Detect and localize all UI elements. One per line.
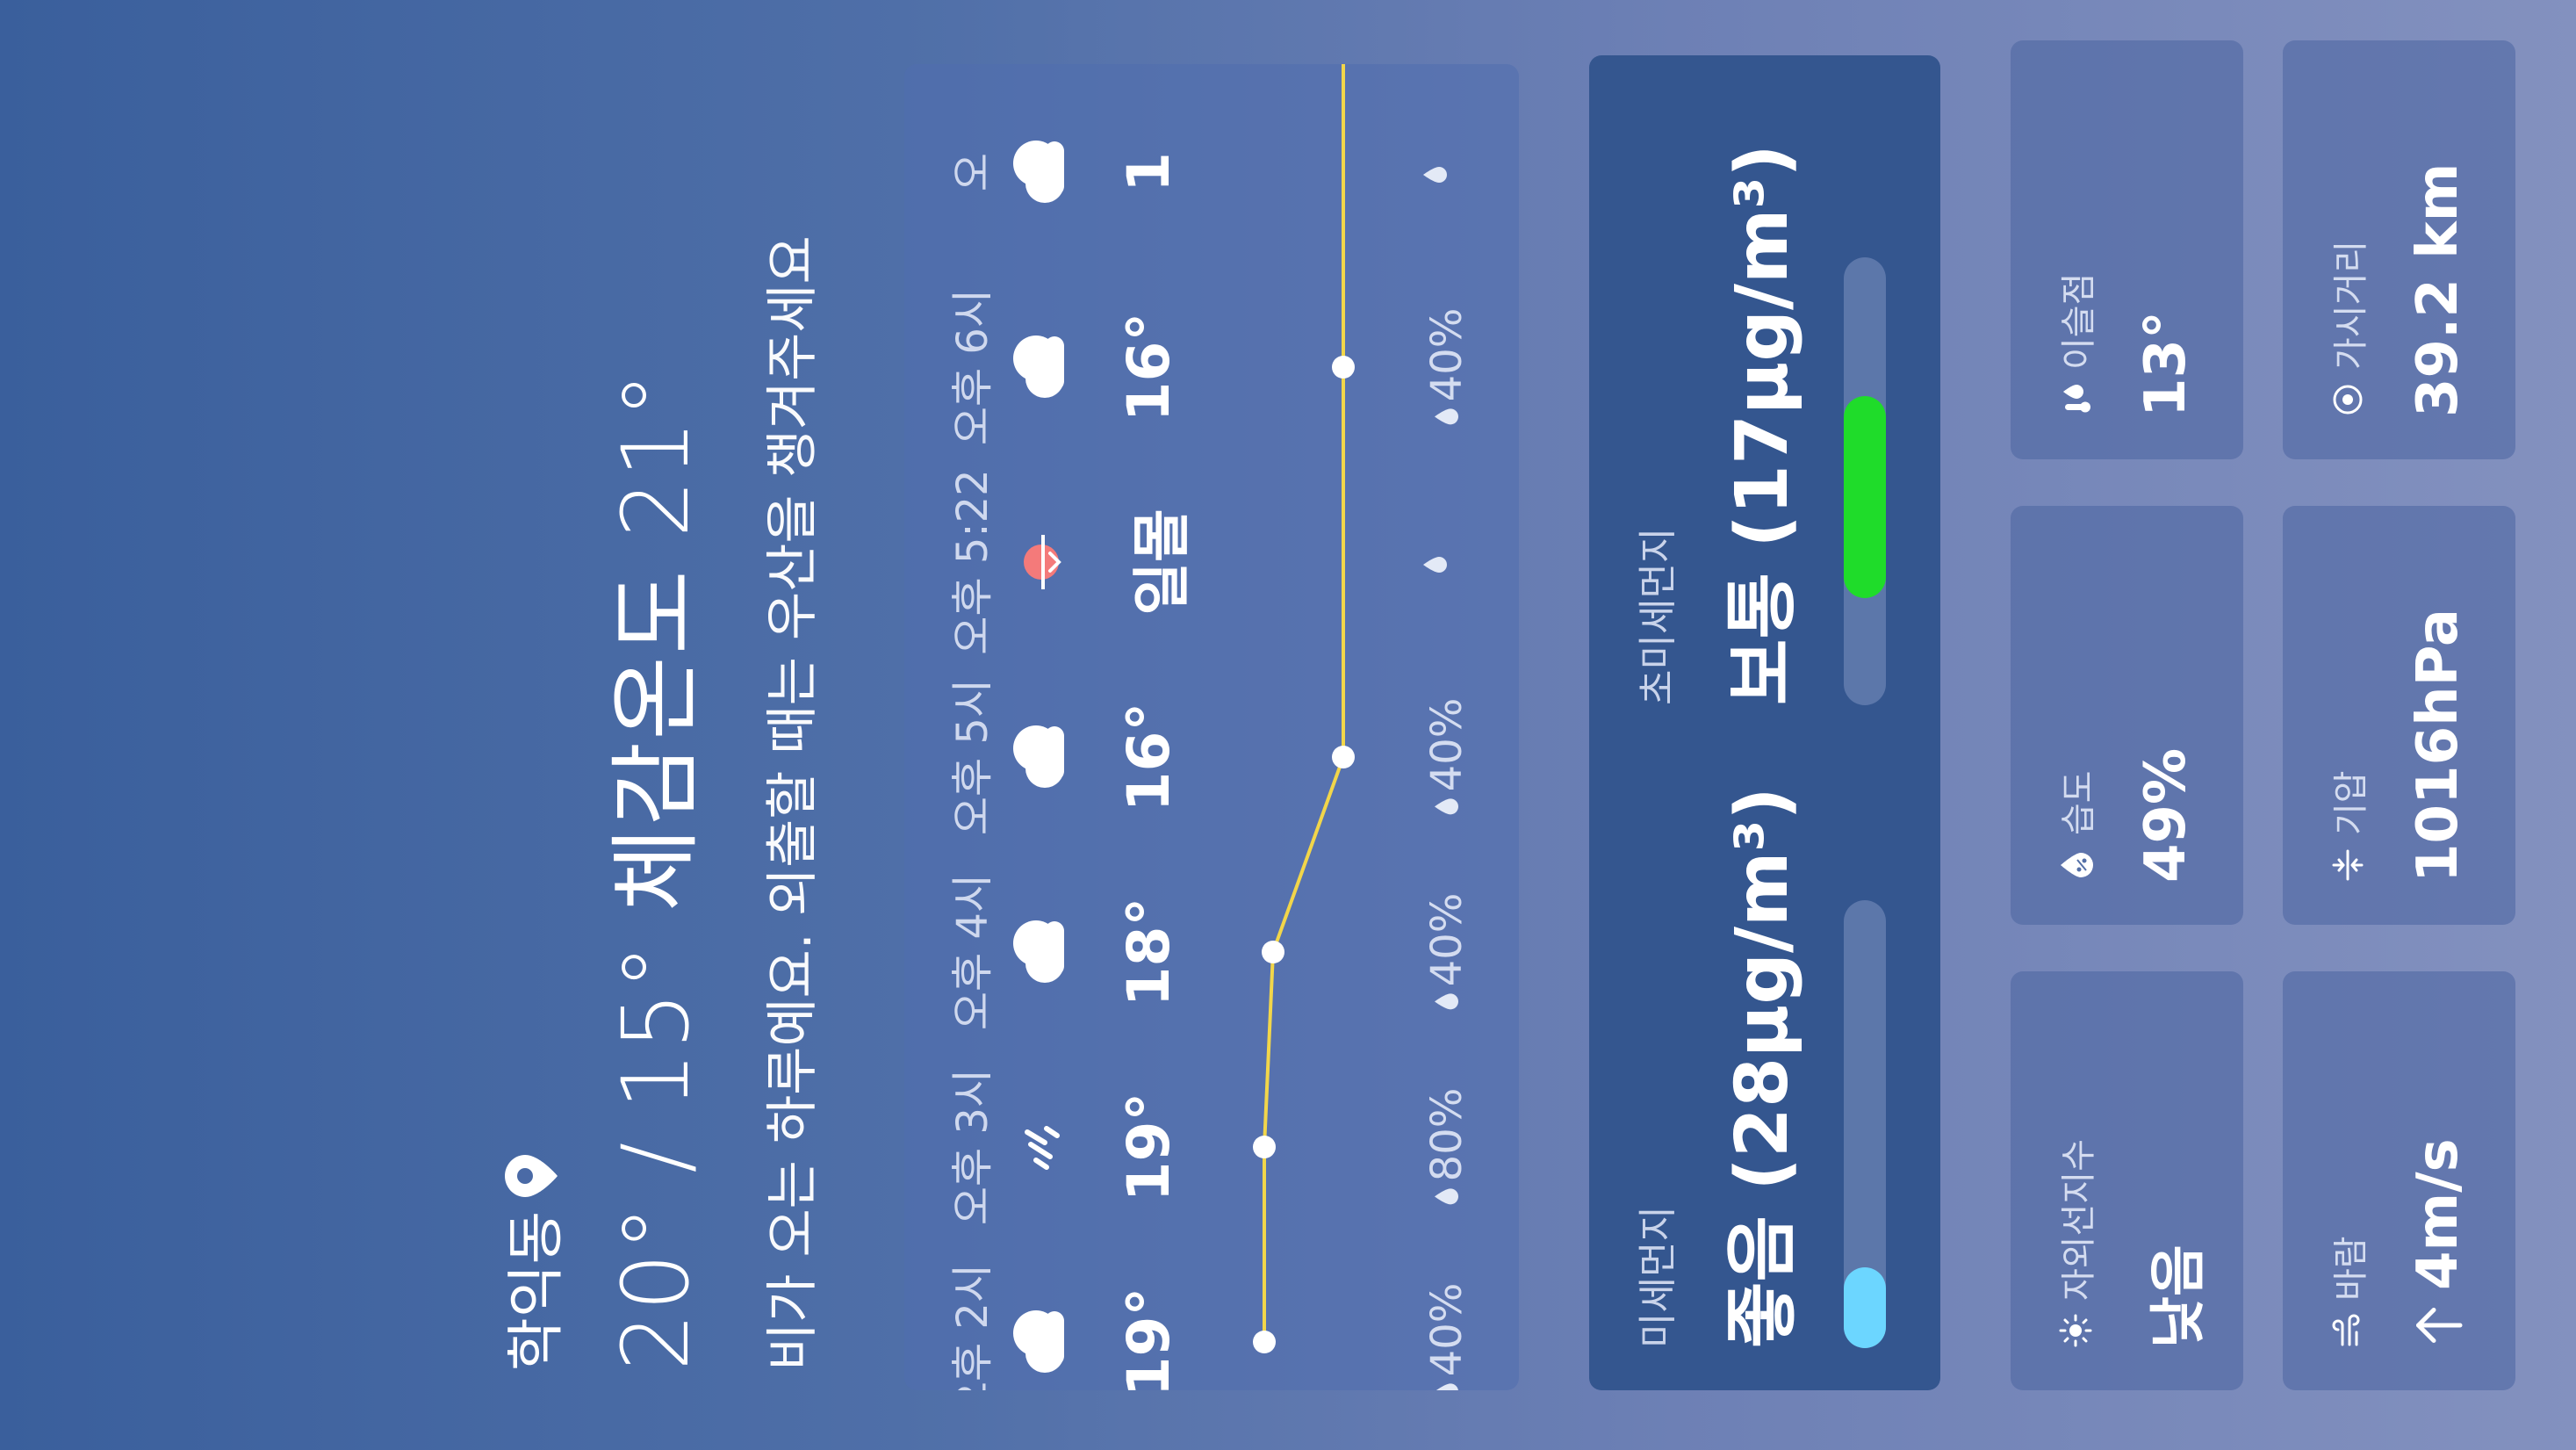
wind-tile[interactable]: 바람 4m/s <box>2283 971 2515 1390</box>
wind-value: 4m/s <box>2406 1138 2471 1290</box>
pm25-bar-fill <box>1844 396 1886 598</box>
hourly-precipitation: 40% 80% 40% 40% 40% <box>1422 64 1475 1390</box>
wind-value-row: 4m/s <box>2406 1138 2471 1348</box>
cloudy-icon <box>1001 913 1080 992</box>
pressure-label-row: 기압 <box>2322 770 2373 883</box>
drop-icon <box>1435 1383 1458 1390</box>
pressure-value: 1016hPa <box>2406 608 2471 883</box>
dewpoint-value: 13° <box>2133 310 2198 417</box>
drop-icon <box>1435 993 1458 1010</box>
hourly-precip: 40% <box>1422 893 1471 1012</box>
hourly-time: 오후 3시 <box>948 1068 997 1226</box>
dewpoint-icon <box>2063 385 2090 413</box>
drop-icon <box>1423 167 1447 183</box>
sun-icon <box>2059 1314 2092 1347</box>
sunset-icon <box>1001 523 1080 602</box>
location-name: 학익동 <box>502 1210 570 1371</box>
pm25-value: 보통 (17μg/m³) <box>1721 144 1804 705</box>
visibility-tile[interactable]: 가시거리 39.2 km <box>2283 40 2515 459</box>
hourly-time: 오후 2시 <box>948 1263 997 1390</box>
humidity-tile[interactable]: 습도 49% <box>2011 506 2243 925</box>
hourly-temp: 18° <box>1115 897 1183 1007</box>
temperature-point <box>1332 356 1355 379</box>
hourly-temp: 16° <box>1115 312 1183 422</box>
air-quality-card[interactable]: 미세먼지 좋음 (28μg/m³) 초미세먼지 보통 (17μg/m³) <box>1589 55 1940 1390</box>
weather-description: 비가 오는 하루예요. 외출할 때는 우산을 챙겨주세요 <box>762 235 824 1371</box>
pm10-section: 미세먼지 좋음 (28μg/m³) <box>1589 723 1940 1390</box>
weather-header: 학익동 20° / 15° 체감온도 21° 비가 오는 하루예요. 외출할 때… <box>492 141 826 1371</box>
humidity-label: 습도 <box>2059 770 2099 835</box>
drop-icon <box>1435 798 1458 815</box>
wind-direction-arrow-icon <box>2416 1308 2463 1343</box>
hourly-temp: 19° <box>1115 1092 1183 1202</box>
hourly-precip: 40% <box>1422 698 1471 817</box>
hourly-time: 오후 4시 <box>948 873 997 1031</box>
location-row[interactable]: 학익동 <box>492 141 571 1371</box>
rain-icon <box>1001 1107 1080 1187</box>
hourly-temp: 일몰 <box>1128 509 1196 616</box>
hourly-temp: 19° <box>1115 1287 1183 1390</box>
uv-value: 낮음 <box>2147 1244 2212 1348</box>
drop-icon <box>1435 408 1458 425</box>
hourly-precip <box>1422 550 1449 574</box>
wind-label: 바람 <box>2331 1236 2371 1301</box>
hourly-time: 오후 6시 <box>948 288 997 446</box>
cloudy-icon <box>1001 133 1080 212</box>
pressure-tile[interactable]: 기압 1016hPa <box>2283 506 2515 925</box>
visibility-label: 가시거리 <box>2331 240 2371 370</box>
temperature-line <box>1263 64 1345 1342</box>
pm10-bar <box>1844 900 1886 1348</box>
visibility-label-row: 가시거리 <box>2322 241 2373 417</box>
temperature-point <box>1253 1136 1276 1158</box>
wind-label-row: 바람 <box>2322 1236 2373 1348</box>
pm10-label: 미세먼지 <box>1636 1206 1680 1348</box>
dewpoint-label: 이슬점 <box>2059 272 2099 370</box>
hourly-forecast-card[interactable]: 오후 2시 오후 3시 오후 4시 오후 5시 오후 5:22 오후 6시 오 19° 19°… <box>904 64 1519 1390</box>
wind-icon <box>2332 1314 2360 1346</box>
pressure-label: 기압 <box>2331 770 2371 835</box>
weather-screen: 학익동 20° / 15° 체감온도 21° 비가 오는 하루예요. 외출할 때… <box>0 0 2576 1450</box>
hourly-time: 오후 5:22 <box>948 469 997 655</box>
hourly-precip: 40% <box>1422 1283 1471 1390</box>
uv-index-tile[interactable]: 자외선지수 낮음 <box>2011 971 2243 1390</box>
humidity-drop-icon <box>2061 853 2093 877</box>
hourly-temp: 16° <box>1115 702 1183 812</box>
hourly-temp: 1 <box>1115 152 1183 192</box>
pm25-section: 초미세먼지 보통 (17μg/m³) <box>1589 55 1940 723</box>
visibility-value: 39.2 km <box>2406 162 2471 417</box>
hourly-times: 오후 2시 오후 3시 오후 4시 오후 5시 오후 5:22 오후 6시 오 <box>938 64 997 1390</box>
humidity-label-row: 습도 <box>2050 770 2101 883</box>
drop-icon <box>1435 1188 1458 1205</box>
cloudy-icon <box>1001 718 1080 797</box>
temperature-point <box>1262 941 1284 963</box>
pm10-value: 좋음 (28μg/m³) <box>1721 787 1804 1348</box>
cloudy-icon <box>1001 1302 1080 1381</box>
dewpoint-label-row: 이슬점 <box>2050 273 2101 417</box>
pm10-bar-fill <box>1844 1267 1886 1348</box>
location-pin-icon <box>505 1154 558 1197</box>
temperature-summary: 20° / 15° 체감온도 21° <box>602 370 709 1371</box>
hourly-precip: 80% <box>1422 1088 1471 1207</box>
temperature-point <box>1332 746 1355 768</box>
hourly-time: 오후 5시 <box>948 678 997 836</box>
pm25-bar <box>1844 257 1886 705</box>
hourly-icons <box>1001 64 1097 1390</box>
dewpoint-tile[interactable]: 이슬점 13° <box>2011 40 2243 459</box>
humidity-value: 49% <box>2133 747 2198 883</box>
pm25-label: 초미세먼지 <box>1636 527 1680 705</box>
uv-label-row: 자외선지수 <box>2050 1139 2101 1348</box>
hourly-temps: 19° 19° 18° 16° 일몰 16° 1 <box>1115 64 1196 1390</box>
hourly-time: 오 <box>948 152 997 192</box>
hourly-precip: 40% <box>1422 308 1471 427</box>
drop-icon <box>1423 557 1447 573</box>
temperature-point <box>1253 1331 1276 1353</box>
uv-label: 자외선지수 <box>2059 1139 2099 1301</box>
hourly-precip <box>1422 160 1449 184</box>
cloudy-icon <box>1001 328 1080 407</box>
eye-icon <box>2333 385 2363 415</box>
pressure-icon <box>2332 849 2364 881</box>
